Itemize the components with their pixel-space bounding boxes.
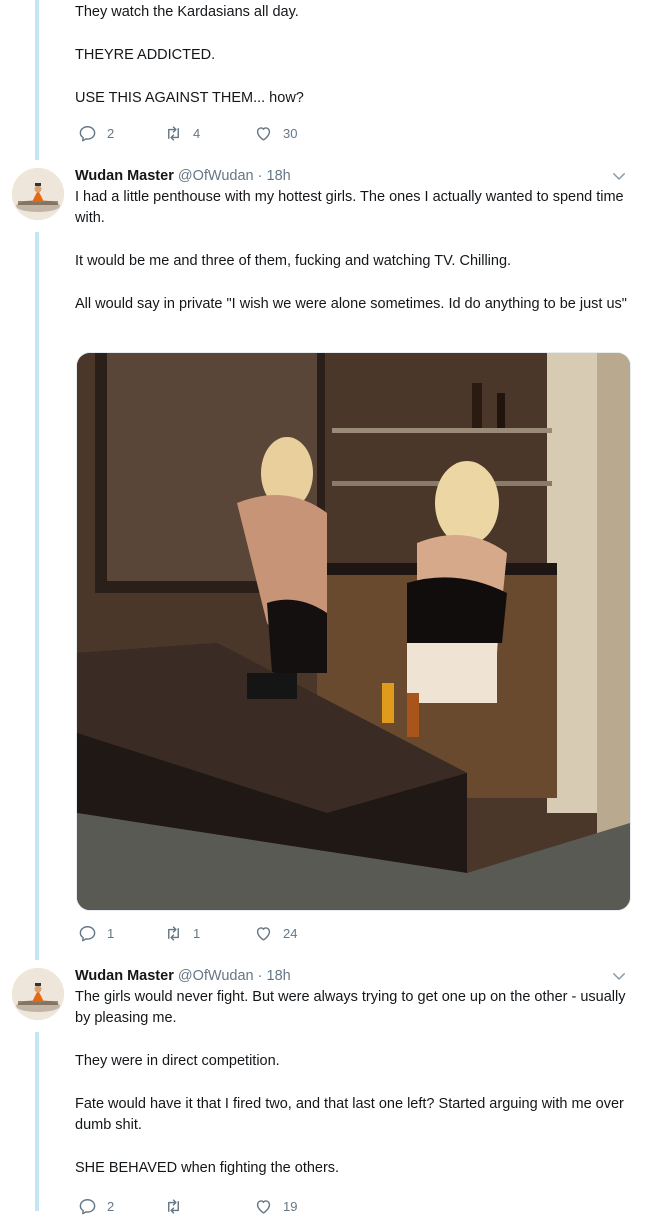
thread-line-top bbox=[35, 0, 39, 160]
author-handle[interactable]: @OfWudan bbox=[178, 168, 254, 184]
like-count: 24 bbox=[283, 926, 298, 941]
tweet-2-header: Wudan Master @OfWudan · 18h bbox=[75, 167, 291, 185]
tweet-3-paragraph-2: They were in direct competition. bbox=[75, 1053, 280, 1069]
like-count: 19 bbox=[283, 1199, 298, 1214]
reply-count: 2 bbox=[107, 126, 115, 141]
tweet-3-paragraph-3: Fate would have it that I fired two, and… bbox=[75, 1096, 628, 1133]
photo-image bbox=[77, 353, 630, 910]
tweet-2-paragraph-3: All would say in private "I wish we were… bbox=[75, 296, 627, 312]
heart-icon bbox=[256, 1200, 271, 1214]
retweet-icon bbox=[168, 126, 179, 141]
author-name[interactable]: Wudan Master bbox=[75, 168, 174, 184]
reply-icon bbox=[79, 126, 96, 142]
reply-button[interactable]: 2 bbox=[78, 124, 114, 143]
tweet-1-line-1: They watch the Kardasians all day. bbox=[75, 4, 299, 20]
retweet-icon bbox=[168, 926, 179, 941]
tweet-3-paragraph-4: SHE BEHAVED when fighting the others. bbox=[75, 1160, 340, 1176]
retweet-button[interactable] bbox=[164, 1197, 183, 1216]
reply-count: 1 bbox=[107, 926, 115, 941]
avatar[interactable] bbox=[12, 968, 64, 1020]
retweet-button[interactable]: 1 bbox=[164, 924, 200, 943]
reply-icon bbox=[79, 1199, 96, 1215]
thread-line-middle bbox=[35, 232, 39, 960]
tweet-3-header: Wudan Master @OfWudan · 18h bbox=[75, 967, 291, 985]
timestamp[interactable]: 18h bbox=[267, 168, 291, 184]
chevron-down-icon[interactable] bbox=[610, 167, 628, 185]
tweet-photo[interactable] bbox=[76, 352, 631, 911]
timestamp[interactable]: 18h bbox=[267, 968, 291, 984]
avatar[interactable] bbox=[12, 168, 64, 220]
separator: · bbox=[257, 168, 263, 184]
retweet-count: 4 bbox=[193, 126, 201, 141]
tweet-2-text: I had a little penthouse with my hottest… bbox=[75, 187, 635, 337]
tweet-1-text: They watch the Kardasians all day. THEYR… bbox=[75, 2, 635, 131]
heart-icon bbox=[256, 927, 271, 941]
reply-count: 2 bbox=[107, 1199, 115, 1214]
retweet-button[interactable]: 4 bbox=[164, 124, 200, 143]
heart-icon bbox=[256, 127, 271, 141]
tweet-3-paragraph-1: The girls would never fight. But were al… bbox=[75, 989, 630, 1026]
retweet-icon bbox=[168, 1199, 179, 1214]
like-count: 30 bbox=[283, 126, 298, 141]
reply-icon bbox=[79, 926, 96, 942]
like-button[interactable]: 30 bbox=[254, 124, 297, 143]
avatar-image bbox=[12, 968, 64, 1020]
author-handle[interactable]: @OfWudan bbox=[178, 968, 254, 984]
tweet-2-paragraph-2: It would be me and three of them, fuckin… bbox=[75, 253, 512, 269]
tweet-2-paragraph-1: I had a little penthouse with my hottest… bbox=[75, 189, 628, 226]
tweet-1-line-3: USE THIS AGAINST THEM... how? bbox=[75, 90, 304, 106]
chevron-down-icon[interactable] bbox=[610, 967, 628, 985]
separator: · bbox=[257, 968, 263, 984]
avatar-image bbox=[12, 168, 64, 220]
thread-line-bottom bbox=[35, 1032, 39, 1211]
tweet-3-text: The girls would never fight. But were al… bbox=[75, 987, 635, 1201]
like-button[interactable]: 24 bbox=[254, 924, 297, 943]
retweet-count: 1 bbox=[193, 926, 201, 941]
tweet-1-line-2: THEYRE ADDICTED. bbox=[75, 47, 216, 63]
like-button[interactable]: 19 bbox=[254, 1197, 297, 1216]
reply-button[interactable]: 2 bbox=[78, 1197, 114, 1216]
author-name[interactable]: Wudan Master bbox=[75, 968, 174, 984]
reply-button[interactable]: 1 bbox=[78, 924, 114, 943]
